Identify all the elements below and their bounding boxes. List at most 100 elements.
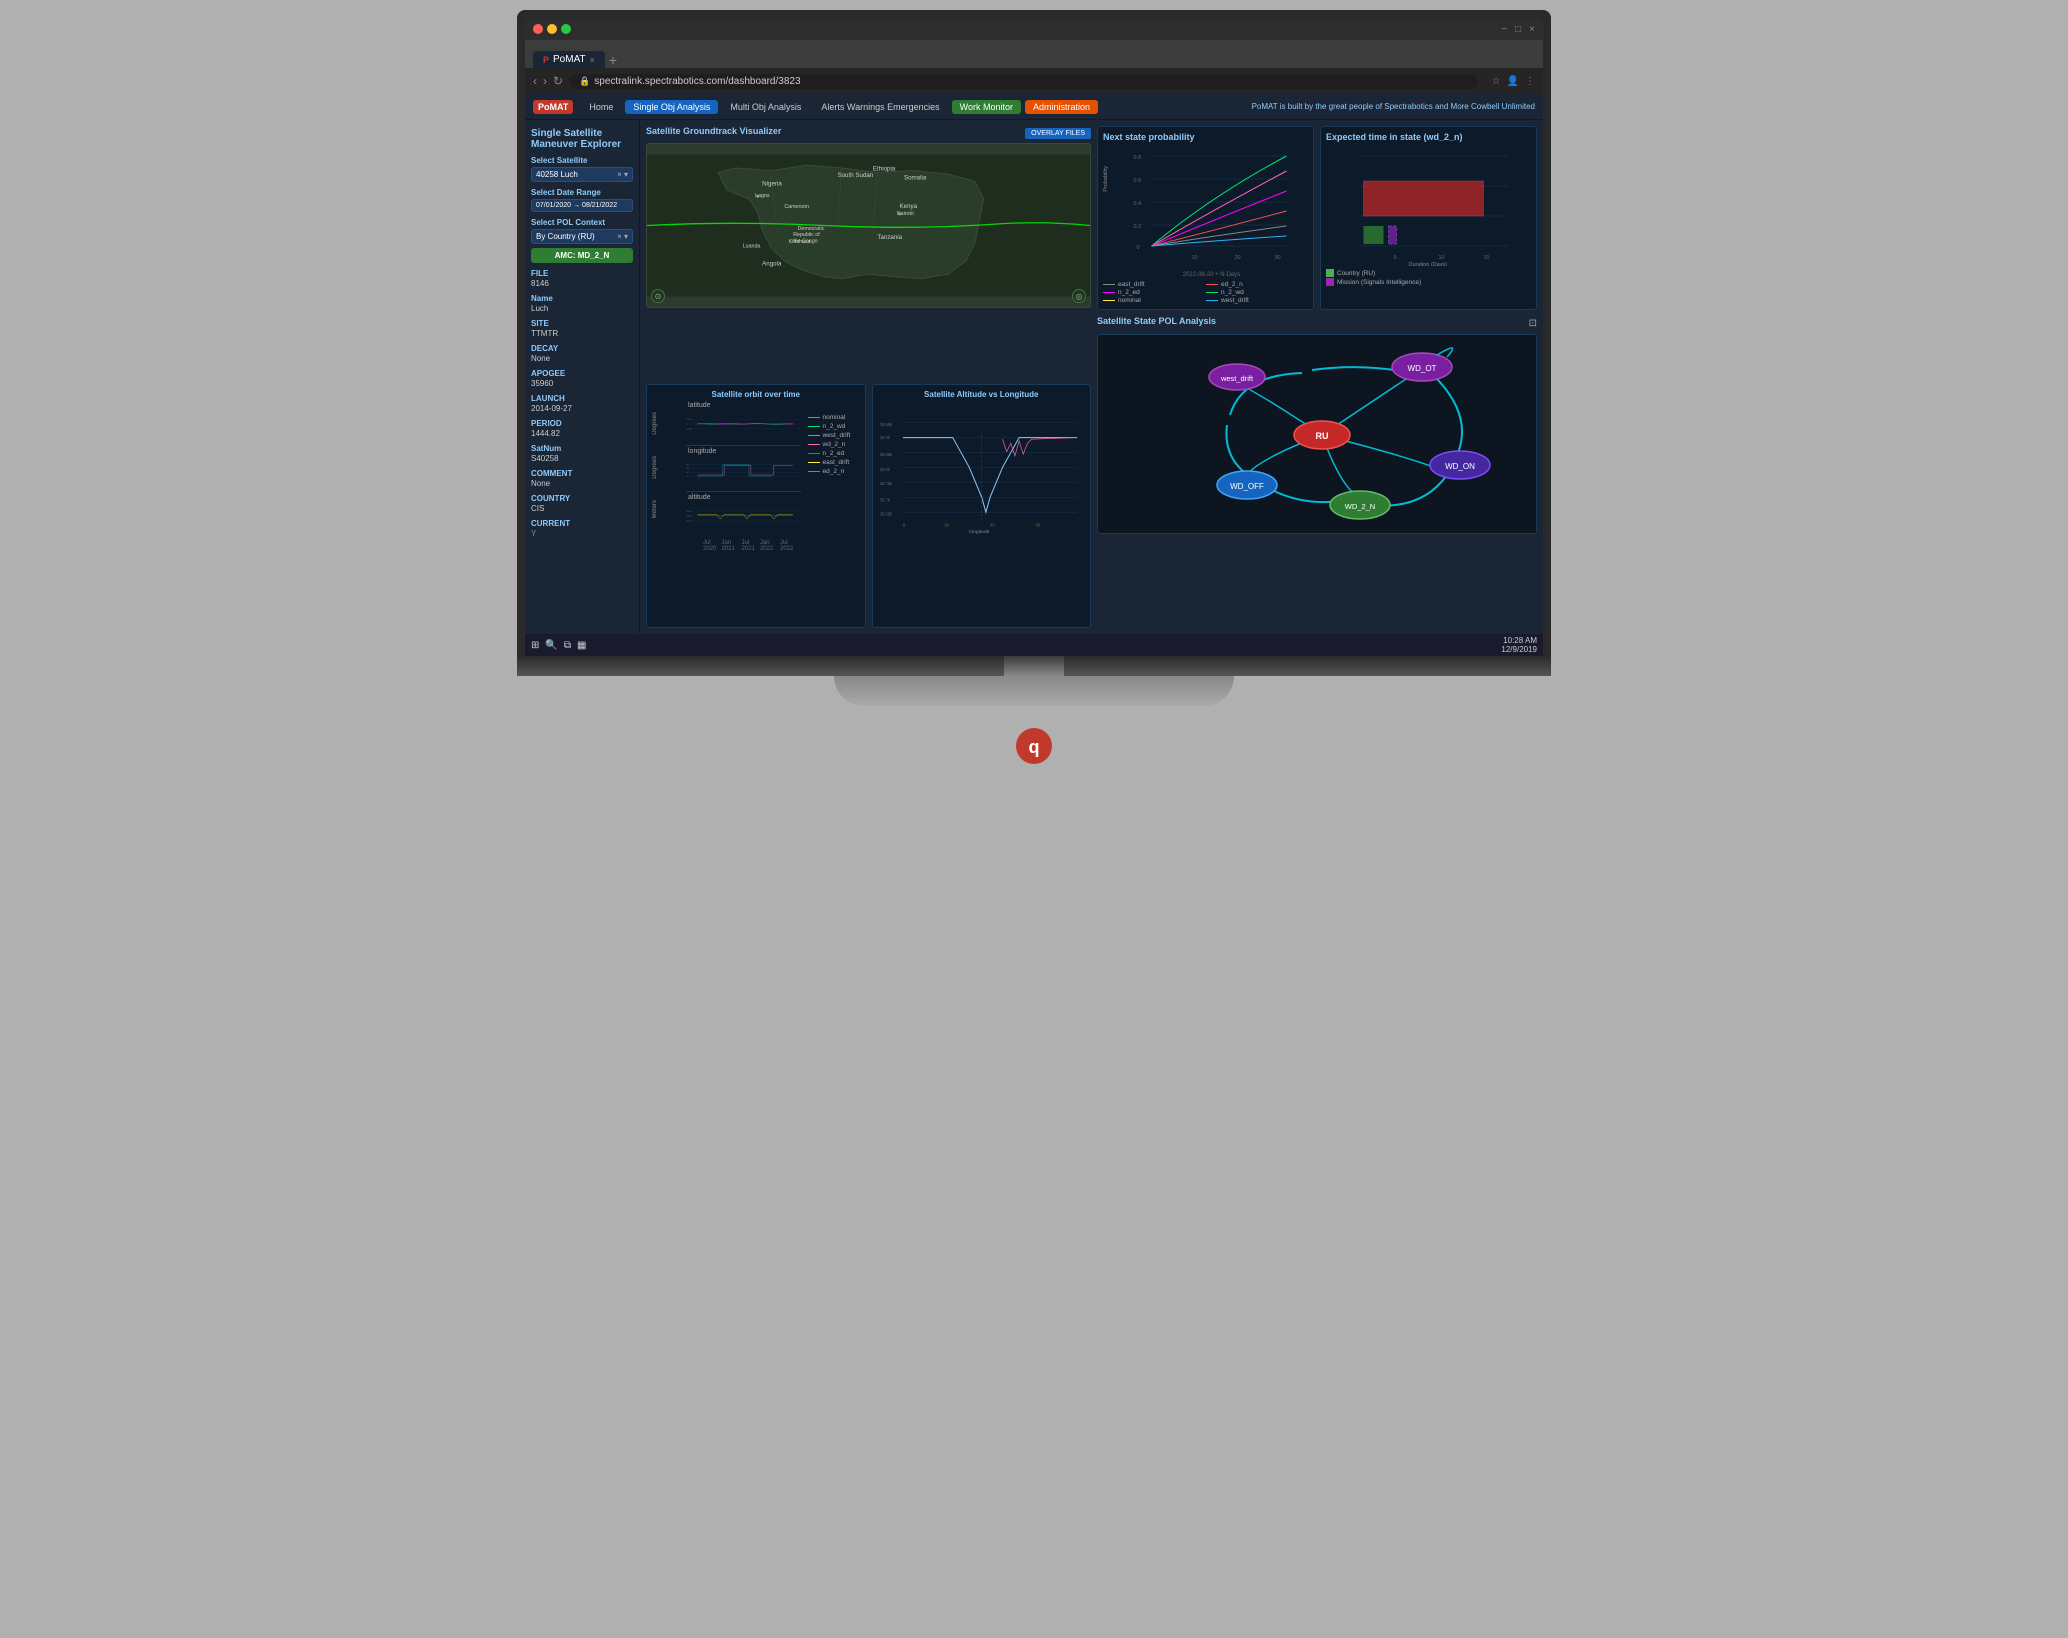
app-content: PoMAT Home Single Obj Analysis Multi Obj… [525,94,1543,656]
pol-clear[interactable]: × ▾ [617,232,628,241]
ssl-icon: 🔒 [579,76,590,87]
time-legend: Country (RU) Mission (Signals Intelligen… [1326,269,1531,286]
map-icon-left[interactable]: ⊙ [651,289,665,303]
map-section: Satellite Groundtrack Visualizer OVERLAY… [646,126,1091,378]
svg-text:15: 15 [1484,255,1490,261]
field-label-current: CURRENT [531,519,633,528]
task-view-icon[interactable]: ⧉ [564,640,571,651]
reload-btn[interactable]: ↻ [553,74,563,88]
browser-tabs: P PoMAT × + [525,40,1543,68]
nav-single-obj[interactable]: Single Obj Analysis [625,100,718,114]
browser-tab-active[interactable]: P PoMAT × [533,51,605,68]
widgets-icon[interactable]: ▦ [577,640,586,651]
nav-alerts[interactable]: Alerts Warnings Emergencies [813,100,947,114]
start-icon[interactable]: ⊞ [531,640,539,651]
svg-text:35.7k: 35.7k [687,520,692,522]
window-min-btn[interactable] [547,24,557,34]
nav-admin[interactable]: Administration [1025,100,1098,114]
svg-text:0: 0 [687,476,688,478]
field-label-comment: COMMENT [531,469,633,478]
legend-eastdrift-prob: east_drift [1103,281,1205,288]
maximize-ctrl[interactable]: □ [1515,24,1521,35]
bookmark-icon[interactable]: ☆ [1492,76,1501,87]
forward-btn[interactable]: › [543,74,547,88]
overlay-btn[interactable]: OVERLAY FILES [1025,128,1091,139]
new-tab-btn[interactable]: + [609,52,617,68]
amc-label: AMC: [555,251,576,260]
field-value-launch: 2014-09-27 [531,404,633,413]
svg-text:WD_ON: WD_ON [1445,462,1475,471]
svg-text:60: 60 [1035,522,1040,527]
field-label-decay: DECAY [531,344,633,353]
field-label-period: PERIOD [531,419,633,428]
tab-close-btn[interactable]: × [590,55,595,65]
minimize-ctrl[interactable]: − [1501,24,1507,35]
field-label-satnum: SatNum [531,444,633,453]
svg-text:Tanzania: Tanzania [877,234,902,241]
svg-text:10: 10 [1439,255,1445,261]
date-range-input[interactable]: 07/01/2020 → 08/21/2022 [531,199,633,212]
orbit-chart-box: Satellite orbit over time Degrees Degree… [646,384,866,628]
map-icon-right[interactable]: ◎ [1072,289,1086,303]
nav-work-monitor[interactable]: Work Monitor [952,100,1021,114]
svg-text:Angola: Angola [762,260,782,267]
satellite-select[interactable]: 40258 Luch × ▾ [531,167,633,182]
legend-n2ed: n_2_ed [808,450,860,457]
satellite-clear[interactable]: × ▾ [617,170,628,179]
content-area: Satellite Groundtrack Visualizer OVERLAY… [640,120,1543,634]
svg-text:0.6: 0.6 [1134,178,1142,184]
legend-ed2n-prob: ed_2_n [1206,281,1308,288]
alt-lon-svg: 35.95k 35.9k 35.85k 35.8k 35.75k 35.7k 3… [878,402,1086,547]
pol-context-select[interactable]: By Country (RU) × ▾ [531,229,633,244]
field-label-file: FILE [531,269,633,278]
window-max-btn[interactable] [561,24,571,34]
x-label-5: Jul 2022 [780,540,798,552]
x-label-4: Jan 2022 [760,540,780,552]
svg-text:0.4: 0.4 [1134,201,1142,207]
svg-text:0: 0 [687,424,688,426]
close-ctrl[interactable]: × [1529,24,1535,35]
svg-text:40: 40 [990,522,995,527]
window-close-btn[interactable] [533,24,543,34]
browser-chrome: − □ × P PoMAT × + ‹ › ↻ 🔒 spectralink.sp… [525,18,1543,656]
prob-x-label: 2022-08-20 + N-Days [1115,272,1308,278]
field-value-current: Y [531,529,633,538]
svg-text:35.95k: 35.95k [879,422,892,427]
alt-y-label: Meters [652,500,658,518]
nav-multi-obj[interactable]: Multi Obj Analysis [722,100,809,114]
field-label-apogee: APOGEE [531,369,633,378]
svg-text:Republic of: Republic of [793,232,820,238]
legend-mission-label: Mission (Signals Intelligence) [1337,279,1421,286]
field-value-comment: None [531,479,633,488]
svg-text:35.9k: 35.9k [879,435,890,440]
svg-text:q: q [1029,737,1040,757]
field-value-site: TTMTR [531,329,633,338]
menu-icon[interactable]: ⋮ [1525,76,1535,87]
prob-legend: east_drift ed_2_n n_2_ed n_2_wd nominal … [1103,281,1308,304]
svg-text:Nigeria: Nigeria [762,181,782,188]
nav-home[interactable]: Home [581,100,621,114]
legend-ed2n: ed_2_n [808,468,860,475]
pol-expand-btn[interactable]: ⊡ [1529,318,1537,329]
svg-text:60: 60 [687,464,689,466]
clock-time: 10:28 AM [1501,636,1537,645]
svg-text:5: 5 [1394,255,1397,261]
account-icon[interactable]: 👤 [1507,76,1519,87]
search-icon[interactable]: 🔍 [545,640,557,651]
back-btn[interactable]: ‹ [533,74,537,88]
field-label-name: Name [531,294,633,303]
orbit-chart-title: Satellite orbit over time [652,390,860,399]
field-value-country: CIS [531,504,633,513]
url-box[interactable]: 🔒 spectralink.spectrabotics.com/dashboar… [569,74,1478,89]
charts-row: Satellite orbit over time Degrees Degree… [646,384,1091,628]
svg-text:35.8k: 35.8k [879,467,890,472]
field-label-country: COUNTRY [531,494,633,503]
taskbar-left: ⊞ 🔍 ⧉ ▦ [531,640,586,651]
svg-text:longitude: longitude [969,529,989,535]
lat-sublabel: latitude [688,402,711,409]
svg-text:WD_OT: WD_OT [1408,364,1437,373]
amc-value: MD_2_N [578,251,610,260]
stand-neck [1004,656,1064,676]
amc-button[interactable]: AMC: MD_2_N [531,248,633,263]
pol-graph-svg: WD_OT WD_ON RU WD_OFF [1098,335,1536,534]
